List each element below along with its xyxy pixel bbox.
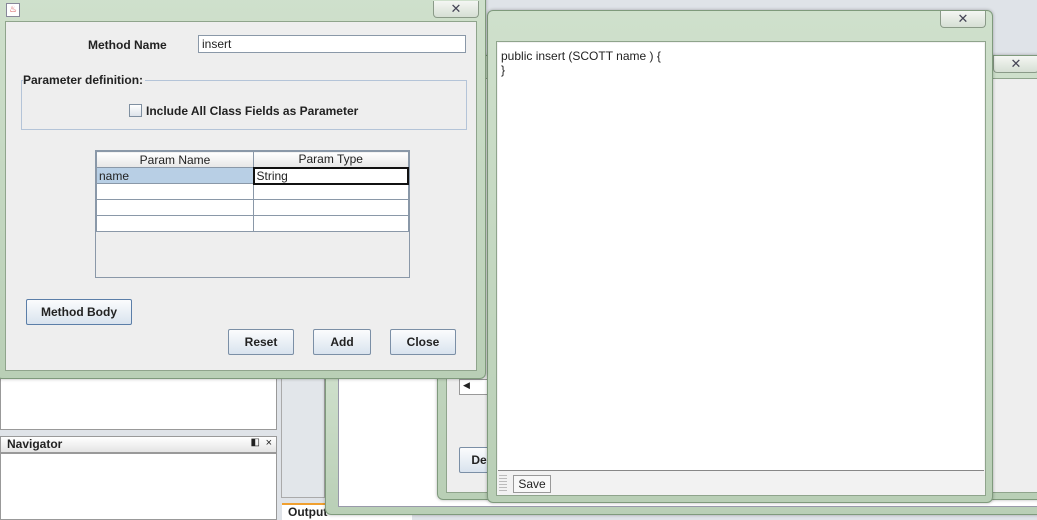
close-dialog-button[interactable]: Close: [390, 329, 456, 355]
code-line: }: [501, 63, 506, 77]
navigator-title: Navigator: [7, 437, 63, 451]
code-line: public insert (SCOTT name ) {: [501, 49, 661, 63]
close-button[interactable]: ✕: [993, 56, 1037, 73]
table-row: [96, 183, 409, 200]
table-row: [96, 215, 409, 232]
save-button[interactable]: Save: [513, 475, 551, 493]
param-table: Param Name Param Type name String: [95, 150, 410, 278]
table-row: name String: [96, 166, 409, 185]
add-method-dialog: ♨ ✕ Method Name insert Parameter definit…: [0, 0, 486, 379]
navigator-panel: [0, 453, 277, 520]
method-name-input[interactable]: insert: [198, 35, 466, 53]
close-button[interactable]: ✕: [433, 1, 479, 18]
close-button[interactable]: ✕: [940, 11, 986, 28]
column-header[interactable]: Param Name: [96, 151, 254, 168]
method-name-label: Method Name: [88, 38, 167, 52]
java-icon: ♨: [6, 3, 20, 17]
navigator-header: Navigator ◧ ×: [0, 436, 277, 453]
reset-button[interactable]: Reset: [228, 329, 294, 355]
close-icon: ✕: [450, 1, 462, 16]
code-editor[interactable]: public insert (SCOTT name ) { }: [498, 43, 984, 471]
middle-strip: [281, 378, 325, 498]
method-body-window: ✕ public insert (SCOTT name ) { } Save: [487, 10, 993, 503]
minimize-icon[interactable]: ◧: [251, 437, 260, 448]
toolbar-grip[interactable]: [499, 475, 507, 492]
close-icon: ✕: [1010, 56, 1022, 71]
close-icon: ✕: [957, 11, 969, 26]
include-fields-label[interactable]: Include All Class Fields as Parameter: [146, 104, 358, 118]
scroll-left-icon[interactable]: ◀: [459, 379, 489, 395]
add-button[interactable]: Add: [313, 329, 371, 355]
parameter-group-label: Parameter definition:: [23, 73, 146, 87]
include-fields-checkbox[interactable]: [129, 104, 142, 117]
close-icon[interactable]: ×: [266, 437, 272, 449]
column-header[interactable]: Param Type: [253, 151, 409, 168]
left-panel: [0, 378, 277, 430]
method-body-button[interactable]: Method Body: [26, 299, 132, 325]
table-row: [96, 199, 409, 216]
